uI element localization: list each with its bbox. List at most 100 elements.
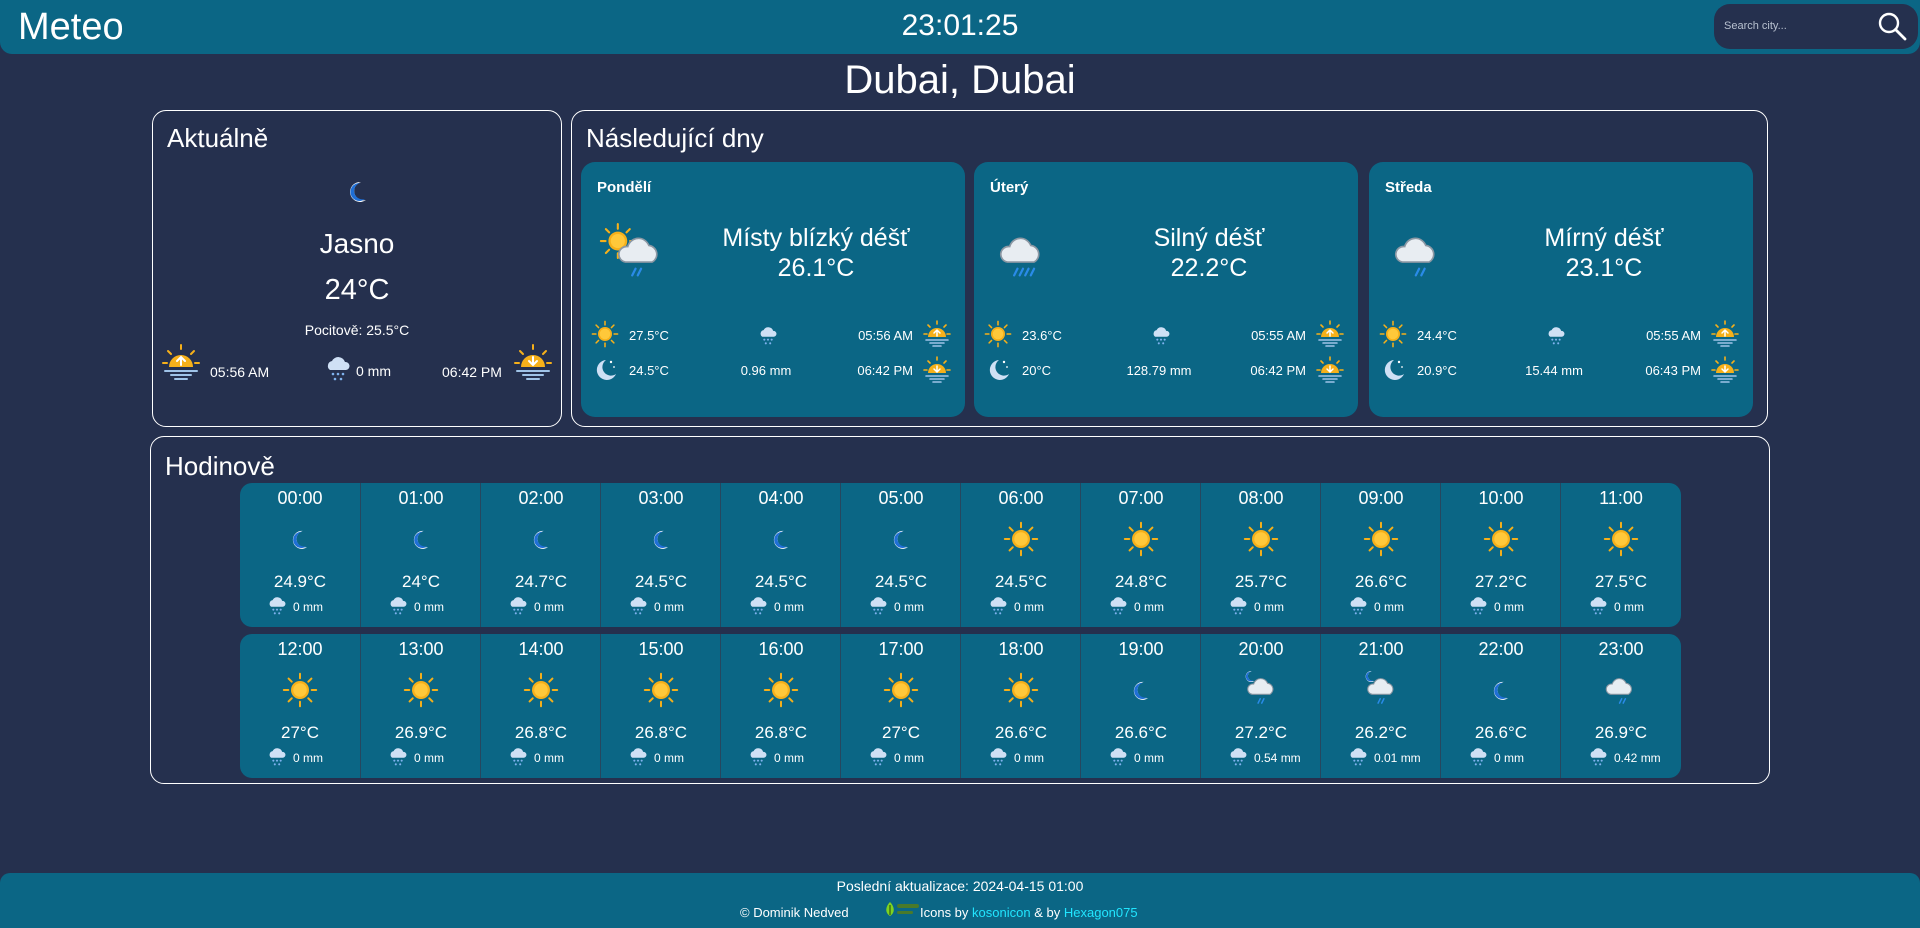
hour-precip-value: 0 mm (1614, 600, 1644, 614)
hour-cell: 17:00 27°C 0 mm (840, 634, 960, 778)
forecast-title: Následující dny (586, 123, 764, 153)
hour-cell: 01:00 24°C 0 mm (360, 483, 480, 627)
hour-time: 06:00 (998, 488, 1044, 508)
day-max-temp: 23.6°C (1022, 328, 1062, 343)
author-link-hexagon[interactable]: Hexagon075 (1064, 905, 1138, 920)
hour-temperature: 25.7°C (1234, 572, 1288, 591)
top-bar: Meteo 23:01:25 (0, 0, 1920, 54)
icon-credits: Icons by kosonicon & by Hexagon075 (920, 905, 1138, 920)
day-card: Úterý Silný déšť 22.2°C 23.6°C 20°C 128.… (974, 162, 1358, 417)
hour-precip-value: 0 mm (774, 600, 804, 614)
sunrise-icon (923, 320, 951, 348)
rain-cloud-icon (327, 357, 350, 381)
sunset-icon (514, 344, 552, 380)
sun-icon (403, 672, 443, 712)
sun-icon (282, 672, 322, 712)
hour-temperature: 26.6°C (994, 723, 1048, 742)
day-min-temp: 20°C (1022, 363, 1052, 378)
day-name: Úterý (990, 179, 1029, 196)
hourly-row: 12:00 27°C 0 mm 13:00 26.9°C 0 mm 14:00 … (240, 634, 1681, 778)
hour-temperature: 26.9°C (1594, 723, 1648, 742)
footer: Poslední aktualizace: 2024-04-15 01:00 ©… (0, 873, 1920, 928)
rain-cloud-icon (1150, 325, 1178, 353)
day-precipitation: 128.79 mm (1126, 363, 1192, 378)
hour-time: 14:00 (518, 639, 564, 659)
hour-precip-value: 0.42 mm (1614, 751, 1661, 765)
hour-precipitation: 0 mm (1107, 746, 1197, 768)
sun-icon (1363, 521, 1403, 561)
current-title: Aktuálně (167, 123, 269, 153)
day-max-temp: 24.4°C (1417, 328, 1457, 343)
moon-icon (282, 521, 322, 561)
sun-icon (523, 672, 563, 712)
hour-time: 01:00 (398, 488, 444, 508)
current-precipitation: 0 mm (356, 363, 391, 379)
hour-temperature: 24.5°C (754, 572, 808, 591)
hour-temperature: 27.2°C (1234, 723, 1288, 742)
day-temperature: 26.1°C (777, 254, 855, 282)
hour-cell: 08:00 25.7°C 0 mm (1200, 483, 1320, 627)
search-button[interactable] (1876, 11, 1908, 43)
day-max-temp: 27.5°C (629, 328, 669, 343)
hour-time: 02:00 (518, 488, 564, 508)
search-input[interactable] (1724, 14, 1874, 38)
current-condition: Jasno (319, 228, 395, 259)
hour-cell: 07:00 24.8°C 0 mm (1080, 483, 1200, 627)
hour-precip-value: 0 mm (293, 600, 323, 614)
hour-temperature: 27.2°C (1474, 572, 1528, 591)
hour-precipitation: 0 mm (987, 595, 1077, 617)
hour-precipitation: 0 mm (627, 595, 717, 617)
hour-temperature: 26.2°C (1354, 723, 1408, 742)
rain-cloud-icon (1545, 325, 1573, 353)
hour-temperature: 26.6°C (1354, 572, 1408, 591)
author-link-kosonicon[interactable]: kosonicon (972, 905, 1031, 920)
hour-time: 12:00 (277, 639, 323, 659)
hour-precipitation: 0 mm (266, 595, 356, 617)
hour-temperature: 24.8°C (1114, 572, 1168, 591)
hour-temperature: 24.5°C (994, 572, 1048, 591)
feels-like: Pocitově: 25.5°C (304, 322, 410, 338)
moon-icon (403, 521, 443, 561)
hour-precipitation: 0 mm (867, 595, 957, 617)
and-by-text: & by (1034, 905, 1061, 920)
sun-icon (643, 672, 683, 712)
current-weather-panel: Aktuálně Jasno 24°C Pocitově: 25.5°C 05:… (152, 110, 562, 427)
hour-cell: 13:00 26.9°C 0 mm (360, 634, 480, 778)
hour-temperature: 24.9°C (273, 572, 327, 591)
hour-precip-value: 0 mm (1254, 600, 1284, 614)
hour-temperature: 27°C (882, 723, 920, 742)
cloud-rain-icon (1383, 220, 1453, 282)
sun-icon (591, 320, 619, 348)
hourly-panel: Hodinově 00:00 24.9°C 0 mm 01:00 24°C 0 … (150, 436, 1770, 784)
sunset-icon (923, 356, 951, 384)
day-min-temp: 24.5°C (629, 363, 669, 378)
hour-precipitation: 0 mm (1467, 746, 1557, 768)
hour-time: 08:00 (1238, 488, 1284, 508)
hour-precipitation: 0 mm (266, 746, 356, 768)
hour-precip-value: 0 mm (1134, 600, 1164, 614)
hour-precipitation: 0 mm (627, 746, 717, 768)
hour-precipitation: 0 mm (747, 746, 837, 768)
night-moon-icon (984, 356, 1012, 384)
hour-temperature: 24.5°C (874, 572, 928, 591)
day-precipitation: 0.96 mm (740, 363, 792, 378)
moon-icon (1483, 672, 1523, 712)
last-update: Poslední aktualizace: 2024-04-15 01:00 (836, 878, 1084, 894)
hour-cell: 05:00 24.5°C 0 mm (840, 483, 960, 627)
hour-temperature: 24.7°C (514, 572, 568, 591)
hour-cell: 03:00 24.5°C 0 mm (600, 483, 720, 627)
sunset-icon (1711, 356, 1739, 384)
day-min-temp: 20.9°C (1417, 363, 1457, 378)
sun-icon (1003, 521, 1043, 561)
hour-cell: 15:00 26.8°C 0 mm (600, 634, 720, 778)
forecast-panel: Následující dny Pondělí Místy blízký déš… (571, 110, 1768, 427)
current-temperature: 24°C (324, 274, 390, 306)
hour-cell: 09:00 26.6°C 0 mm (1320, 483, 1440, 627)
hour-precip-value: 0 mm (1014, 751, 1044, 765)
hour-temperature: 26.9°C (394, 723, 448, 742)
hour-temperature: 27°C (281, 723, 319, 742)
hour-precip-value: 0 mm (414, 600, 444, 614)
sun-icon (1003, 672, 1043, 712)
hour-temperature: 24.5°C (634, 572, 688, 591)
hour-time: 09:00 (1358, 488, 1404, 508)
